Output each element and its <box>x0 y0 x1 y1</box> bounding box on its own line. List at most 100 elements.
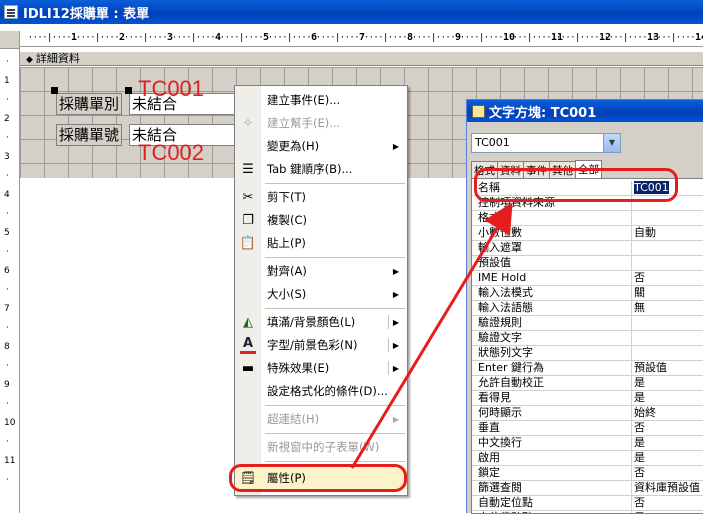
property-name: 驗證規則 <box>478 316 522 329</box>
menu-item-label: 字型/前景色彩(N) <box>267 338 358 352</box>
property-value[interactable]: 是 <box>631 451 703 466</box>
property-row[interactable]: 預設值 <box>472 256 703 271</box>
tab-order-icon: ☰ <box>242 161 254 177</box>
submenu-divider <box>388 315 389 329</box>
menu-item-label: 建立事件(E)... <box>267 93 341 107</box>
horizontal-ruler[interactable]: · · · · | · · · · 1 · · · · | · · · · 2 · · · · | · · · · 3 · · · · | · · · · 4… <box>20 31 703 47</box>
menu-item-copy[interactable]: ❐ 複製(C) <box>235 209 407 231</box>
annotation-ring-name-row <box>474 168 678 202</box>
move-handle[interactable] <box>51 87 58 94</box>
menu-item-font-color[interactable]: A 字型/前景色彩(N) ▶ <box>235 334 407 356</box>
vertical-ruler[interactable]: · 1 · 2 · 3 · 4 · 5 · 6 · 7 · 8 · 9 · 10 · 11 · <box>0 49 20 513</box>
menu-item-hyperlink[interactable]: 超連結(H) ▶ <box>235 408 407 430</box>
wand-icon: ✧ <box>242 115 254 131</box>
vruler-tick: 10 <box>4 418 16 428</box>
property-row[interactable]: 輸入法模式 關 <box>472 286 703 301</box>
ruler-corner[interactable] <box>0 31 20 49</box>
window-title: IDLI12採購單 : 表單 <box>23 6 150 22</box>
section-header-detail[interactable]: ◆ 詳細資料 <box>20 51 703 66</box>
property-name: 輸入遮罩 <box>478 241 522 254</box>
property-value[interactable]: 否 <box>631 271 703 286</box>
property-name: Enter 鍵行為 <box>478 361 545 374</box>
property-name: 預設值 <box>478 256 511 269</box>
menu-item-align[interactable]: 對齊(A) ▶ <box>235 260 407 282</box>
property-row[interactable]: 驗證規則 <box>472 316 703 331</box>
menu-item-subform-new-window[interactable]: 新視窗中的子表單(W) <box>235 436 407 458</box>
menu-item-build-event[interactable]: 建立事件(E)... <box>235 89 407 111</box>
property-row[interactable]: 篩選查閱 資料庫預設值 <box>472 481 703 496</box>
property-row[interactable]: 狀態列文字 <box>472 346 703 361</box>
property-value[interactable] <box>631 211 703 226</box>
property-value[interactable] <box>631 316 703 331</box>
label-purchase-number[interactable]: 採購單號 <box>56 124 122 146</box>
submenu-divider <box>388 361 389 375</box>
menu-item-conditional-format[interactable]: 設定格式化的條件(D)... <box>235 380 407 402</box>
submenu-arrow-icon: ▶ <box>392 266 399 276</box>
property-row[interactable]: 驗證文字 <box>472 331 703 346</box>
menu-item-tab-order[interactable]: ☰ Tab 鍵順序(B)... <box>235 158 407 180</box>
property-row[interactable]: 看得見 是 <box>472 391 703 406</box>
menu-item-cut[interactable]: ✂ 剪下(T) <box>235 186 407 208</box>
property-row[interactable]: 垂直 否 <box>472 421 703 436</box>
property-name: 垂直 <box>478 421 500 434</box>
property-value[interactable] <box>631 256 703 271</box>
menu-item-fill-color[interactable]: ◭ 填滿/背景顏色(L) ▶ <box>235 311 407 333</box>
property-name: 何時顯示 <box>478 406 522 419</box>
property-row[interactable]: 輸入法語態 無 <box>472 301 703 316</box>
property-value[interactable]: 始終 <box>631 406 703 421</box>
property-row[interactable]: 自動定位點 否 <box>472 496 703 511</box>
property-value[interactable]: 否 <box>631 421 703 436</box>
form-icon <box>4 5 18 19</box>
property-row[interactable]: 小數位數 自動 <box>472 226 703 241</box>
property-value[interactable]: 自動 <box>631 226 703 241</box>
property-value[interactable]: 關 <box>631 286 703 301</box>
annotation-tc001: TC001 <box>138 76 205 101</box>
property-value[interactable] <box>631 346 703 361</box>
menu-item-build-wizard[interactable]: ✧ 建立幫手(E)... <box>235 112 407 134</box>
object-selector-combo[interactable]: TC001 ▼ <box>471 133 621 153</box>
vruler-tick: · <box>6 475 9 485</box>
property-name: 格式 <box>478 211 500 224</box>
property-sheet-titlebar[interactable]: 文字方塊: TC001 <box>467 100 703 122</box>
property-row[interactable]: IME Hold 否 <box>472 271 703 286</box>
property-value[interactable]: 無 <box>631 301 703 316</box>
property-value[interactable] <box>631 331 703 346</box>
label-purchase-type[interactable]: 採購單別 <box>56 93 122 115</box>
property-row[interactable]: 允許自動校正 是 <box>472 376 703 391</box>
property-row[interactable]: 輸入遮罩 <box>472 241 703 256</box>
property-value[interactable]: 資料庫預設值 <box>631 481 703 496</box>
property-value[interactable] <box>631 241 703 256</box>
vruler-tick: 9 <box>4 380 10 390</box>
property-name: 小數位數 <box>478 226 522 239</box>
window-titlebar[interactable]: IDLI12採購單 : 表單 <box>0 0 703 24</box>
property-value[interactable]: 是 <box>631 436 703 451</box>
property-value[interactable]: 是 <box>631 376 703 391</box>
menu-item-change-to[interactable]: 變更為(H) ▶ <box>235 135 407 157</box>
menu-item-paste[interactable]: 📋 貼上(P) <box>235 232 407 254</box>
property-row[interactable]: 格式 <box>472 211 703 226</box>
vruler-tick: 5 <box>4 228 10 238</box>
menu-item-label: 特殊效果(E) <box>267 361 330 375</box>
move-handle[interactable] <box>125 87 132 94</box>
property-value[interactable]: 否 <box>631 496 703 511</box>
special-effect-icon: ▬ <box>241 360 255 376</box>
property-value[interactable]: 是 <box>631 391 703 406</box>
property-value[interactable]: 預設值 <box>631 361 703 376</box>
submenu-arrow-icon: ▶ <box>392 340 399 350</box>
property-row[interactable]: 啟用 是 <box>472 451 703 466</box>
property-row[interactable]: 鎖定 否 <box>472 466 703 481</box>
menu-item-size[interactable]: 大小(S) ▶ <box>235 283 407 305</box>
property-row[interactable]: 何時顯示 始終 <box>472 406 703 421</box>
menu-separator <box>265 461 405 462</box>
property-row[interactable]: 中文換行 是 <box>472 436 703 451</box>
property-row[interactable]: Enter 鍵行為 預設值 <box>472 361 703 376</box>
menu-item-label: 貼上(P) <box>267 236 306 250</box>
menu-item-label: 複製(C) <box>267 213 308 227</box>
menu-item-special-effect[interactable]: ▬ 特殊效果(E) ▶ <box>235 357 407 379</box>
property-name: 輸入法語態 <box>478 301 533 314</box>
vruler-tick: 6 <box>4 266 10 276</box>
property-value[interactable]: 否 <box>631 466 703 481</box>
vruler-tick: 1 <box>4 76 10 86</box>
menu-item-label: 超連結(H) <box>267 412 320 426</box>
chevron-down-icon[interactable]: ▼ <box>603 134 620 152</box>
